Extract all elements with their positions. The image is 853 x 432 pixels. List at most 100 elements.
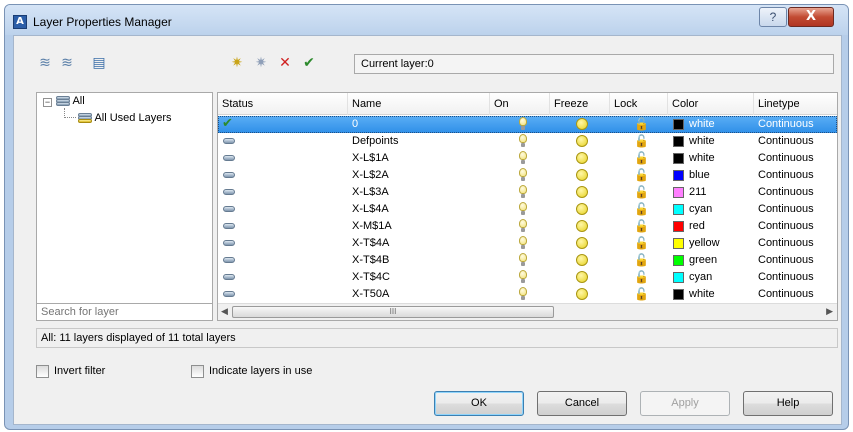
layer-color-name[interactable]: cyan [689,201,712,218]
column-linetype[interactable]: Linetype [754,93,837,115]
color-swatch[interactable] [673,170,684,181]
layer-row[interactable]: Defpoints 🔓 white Continuous [218,133,837,150]
layer-color-name[interactable]: green [689,252,717,269]
scroll-left-icon[interactable]: ◀ [221,306,228,317]
bulb-on-icon[interactable] [518,151,528,165]
layer-color-name[interactable]: cyan [689,269,712,286]
bulb-on-icon[interactable] [518,287,528,301]
color-swatch[interactable] [673,136,684,147]
unlock-icon[interactable]: 🔓 [634,117,649,131]
delete-layer-icon[interactable]: ✕ [276,54,294,72]
new-layer-frozen-icon[interactable]: ✷ [252,54,270,72]
column-color[interactable]: Color [668,93,754,115]
layer-name[interactable]: X-T$4B [352,252,389,269]
set-current-icon[interactable]: ✔ [300,54,318,72]
sun-thawed-icon[interactable] [576,118,588,130]
layer-color-name[interactable]: white [689,150,715,167]
bulb-on-icon[interactable] [518,253,528,267]
invert-filter-checkbox[interactable] [36,365,49,378]
unlock-icon[interactable]: 🔓 [634,253,649,267]
layer-color-name[interactable]: blue [689,167,710,184]
layer-name[interactable]: X-L$4A [352,201,389,218]
color-swatch[interactable] [673,221,684,232]
bulb-on-icon[interactable] [518,117,528,131]
tree-item-used-layers[interactable]: All Used Layers [78,112,172,124]
cancel-button[interactable]: Cancel [537,391,627,416]
sun-thawed-icon[interactable] [576,203,588,215]
color-swatch[interactable] [673,289,684,300]
layer-row[interactable]: X-L$4A 🔓 cyan Continuous [218,201,837,218]
layer-linetype[interactable]: Continuous [758,252,814,269]
unlock-icon[interactable]: 🔓 [634,287,649,301]
color-swatch[interactable] [673,119,684,130]
layer-color-name[interactable]: white [689,286,715,303]
layer-states-manager-icon[interactable]: ▤ [90,54,108,72]
layer-color-name[interactable]: white [689,133,715,150]
color-swatch[interactable] [673,272,684,283]
layer-color-name[interactable]: red [689,218,705,235]
unlock-icon[interactable]: 🔓 [634,185,649,199]
layer-name[interactable]: X-T$4A [352,235,389,252]
layer-color-name[interactable]: white [689,116,715,133]
layer-name[interactable]: X-T$4C [352,269,390,286]
sun-thawed-icon[interactable] [576,186,588,198]
unlock-icon[interactable]: 🔓 [634,134,649,148]
layer-row[interactable]: X-L$1A 🔓 white Continuous [218,150,837,167]
new-property-filter-icon[interactable]: ≋ [36,54,54,72]
layer-linetype[interactable]: Continuous [758,218,814,235]
column-lock[interactable]: Lock [610,93,668,115]
tree-item-all[interactable]: All [56,95,85,107]
layer-linetype[interactable]: Continuous [758,235,814,252]
layer-row[interactable]: ✔ 0 🔓 white Continuous [218,116,837,133]
unlock-icon[interactable]: 🔓 [634,270,649,284]
layer-linetype[interactable]: Continuous [758,201,814,218]
apply-button[interactable]: Apply [640,391,730,416]
unlock-icon[interactable]: 🔓 [634,151,649,165]
layer-row[interactable]: X-L$2A 🔓 blue Continuous [218,167,837,184]
sun-thawed-icon[interactable] [576,271,588,283]
scroll-right-icon[interactable]: ▶ [826,306,833,317]
color-swatch[interactable] [673,187,684,198]
color-swatch[interactable] [673,153,684,164]
layer-name[interactable]: X-L$2A [352,167,389,184]
indicate-layers-checkbox[interactable] [191,365,204,378]
sun-thawed-icon[interactable] [576,220,588,232]
new-layer-icon[interactable]: ✷ [228,54,246,72]
column-status[interactable]: Status [218,93,348,115]
title-bar[interactable]: A Layer Properties Manager ? X [5,5,848,35]
layer-name[interactable]: 0 [352,116,358,133]
bulb-on-icon[interactable] [518,270,528,284]
color-swatch[interactable] [673,238,684,249]
sun-thawed-icon[interactable] [576,169,588,181]
column-name[interactable]: Name [348,93,490,115]
bulb-on-icon[interactable] [518,168,528,182]
layer-row[interactable]: X-T$4B 🔓 green Continuous [218,252,837,269]
layer-linetype[interactable]: Continuous [758,116,814,133]
unlock-icon[interactable]: 🔓 [634,168,649,182]
layer-linetype[interactable]: Continuous [758,184,814,201]
column-on[interactable]: On [490,93,550,115]
layer-linetype[interactable]: Continuous [758,269,814,286]
layer-linetype[interactable]: Continuous [758,150,814,167]
layer-color-name[interactable]: 211 [689,184,707,201]
layer-name[interactable]: X-T50A [352,286,389,303]
layer-name[interactable]: X-L$3A [352,184,389,201]
help-title-button[interactable]: ? [759,7,787,27]
sun-thawed-icon[interactable] [576,288,588,300]
layer-linetype[interactable]: Continuous [758,167,814,184]
help-button[interactable]: Help [743,391,833,416]
column-freeze[interactable]: Freeze [550,93,610,115]
close-button[interactable]: X [788,7,834,27]
bulb-on-icon[interactable] [518,219,528,233]
color-swatch[interactable] [673,255,684,266]
tree-collapse-icon[interactable]: − [43,98,52,107]
color-swatch[interactable] [673,204,684,215]
sun-thawed-icon[interactable] [576,254,588,266]
sun-thawed-icon[interactable] [576,237,588,249]
layer-linetype[interactable]: Continuous [758,133,814,150]
layer-name[interactable]: Defpoints [352,133,398,150]
layer-row[interactable]: X-T50A 🔓 white Continuous [218,286,837,303]
layer-row[interactable]: X-T$4C 🔓 cyan Continuous [218,269,837,286]
new-group-filter-icon[interactable]: ≋ [58,54,76,72]
unlock-icon[interactable]: 🔓 [634,236,649,250]
